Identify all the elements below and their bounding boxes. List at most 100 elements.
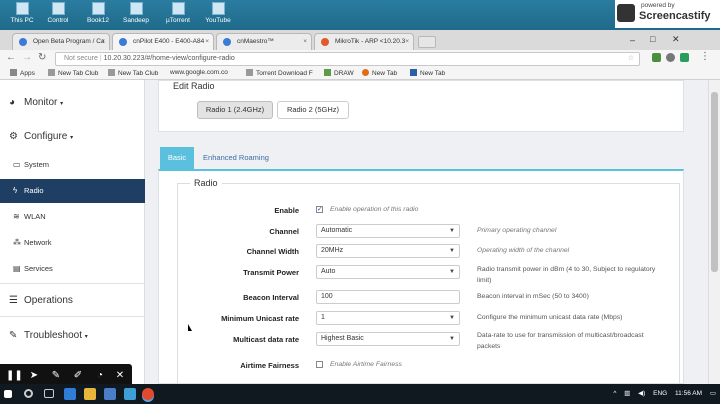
- browser-tab[interactable]: Open Beta Program / Ca ×: [12, 33, 110, 50]
- bookmark-item[interactable]: Torrent Download F: [246, 69, 313, 77]
- timer-icon[interactable]: ◔: [94, 369, 106, 383]
- desktop-icon[interactable]: Control: [36, 2, 80, 24]
- nav-troubleshoot[interactable]: ✎ Troubleshoot ▾: [0, 323, 145, 349]
- bookmark-item[interactable]: New Tab: [362, 69, 397, 77]
- bookmark-item[interactable]: DRAW: [324, 69, 354, 77]
- beacon-interval-help: Beacon interval in mSec (50 to 3400): [477, 293, 589, 300]
- tab-basic[interactable]: Basic: [160, 147, 194, 169]
- apps-icon: [10, 69, 17, 76]
- close-icon[interactable]: ×: [101, 34, 105, 49]
- multicast-rate-select[interactable]: Highest Basic ▼: [316, 332, 460, 346]
- clock[interactable]: 11:56 AM: [675, 390, 702, 397]
- wrench-icon: ✎: [9, 330, 18, 341]
- network-icon[interactable]: ▥: [624, 390, 630, 397]
- nav-monitor[interactable]: ◕ Monitor ▾: [0, 90, 145, 116]
- pen-icon[interactable]: ✎: [50, 369, 62, 383]
- channel-help: Primary operating channel: [477, 227, 557, 234]
- task-view-icon[interactable]: [44, 389, 54, 398]
- page-scrollbar[interactable]: [708, 80, 720, 384]
- bolt-icon: ϟ: [13, 186, 18, 195]
- radio1-button[interactable]: Radio 1 (2.4GHz): [197, 101, 273, 119]
- config-tabs: Basic Enhanced Roaming: [158, 147, 684, 169]
- radio-legend: Radio: [190, 178, 222, 188]
- nav-operations[interactable]: ☰ Operations: [0, 288, 145, 314]
- star-icon[interactable]: ☆: [628, 53, 634, 65]
- browser-chrome: Open Beta Program / Ca × cnPilot E400 - E…: [0, 30, 720, 80]
- scrollbar-thumb[interactable]: [711, 92, 718, 272]
- windows-start-icon[interactable]: [4, 390, 12, 398]
- close-icon[interactable]: ×: [303, 34, 307, 49]
- edit-radio-card: Edit Radio Radio 1 (2.4GHz) Radio 2 (5GH…: [158, 80, 684, 132]
- menu-icon[interactable]: ⋮: [700, 51, 710, 62]
- browser-tab-active[interactable]: cnPilot E400 - E400-A84 ×: [112, 33, 214, 50]
- extension-icon[interactable]: [680, 53, 689, 62]
- mouse-cursor-icon: [188, 324, 192, 331]
- enable-label: Enable: [274, 206, 299, 215]
- file-explorer-icon[interactable]: [84, 388, 96, 400]
- maximize-icon[interactable]: □: [650, 34, 655, 44]
- store-icon[interactable]: [104, 388, 116, 400]
- beacon-interval-input[interactable]: 100: [316, 290, 460, 304]
- volume-icon[interactable]: ◀): [638, 390, 645, 397]
- sidebar: ◕ Monitor ▾ ⚙ Configure ▾ ▭ System ϟ Radio ≋…: [0, 80, 145, 384]
- sidebar-item-radio[interactable]: ϟ Radio: [0, 179, 145, 203]
- bookmark-item[interactable]: New Tab Club: [48, 69, 98, 77]
- tab-enhanced-roaming[interactable]: Enhanced Roaming: [198, 147, 274, 169]
- sidebar-item-network[interactable]: ⁂ Network: [0, 231, 145, 255]
- sliders-icon: ☰: [9, 295, 18, 306]
- close-icon[interactable]: ×: [405, 34, 409, 49]
- bookmark-apps[interactable]: Apps: [10, 69, 35, 77]
- notifications-icon[interactable]: ▭: [710, 390, 716, 397]
- tab-favicon-icon: [321, 38, 329, 46]
- desktop-icon[interactable]: µTorrent: [156, 2, 200, 24]
- channel-width-select[interactable]: 20MHz ▼: [316, 244, 460, 258]
- nav-configure[interactable]: ⚙ Configure ▾: [0, 124, 145, 150]
- minimize-icon[interactable]: –: [630, 35, 635, 45]
- basic-panel: Radio Enable ✓ Enable operation of this …: [158, 169, 684, 384]
- chevron-down-icon: ▼: [449, 228, 455, 234]
- sidebar-item-system[interactable]: ▭ System: [0, 153, 145, 177]
- network-icon: ⁂: [13, 238, 21, 247]
- bookmark-item[interactable]: New Tab: [410, 69, 445, 77]
- airtime-checkbox[interactable]: [316, 361, 323, 368]
- browser-tab[interactable]: cnMaestro™ ×: [216, 33, 312, 50]
- language-indicator[interactable]: ENG: [653, 390, 667, 397]
- mail-icon[interactable]: [124, 388, 136, 400]
- channel-select[interactable]: Automatic ▼: [316, 224, 460, 238]
- sidebar-item-services[interactable]: ▤ Services: [0, 257, 145, 281]
- highlighter-icon[interactable]: ✐: [72, 369, 84, 383]
- extension-icon[interactable]: [652, 53, 661, 62]
- browser-tab[interactable]: MikroTik - ARP <10.20.3 ×: [314, 33, 414, 50]
- sidebar-item-wlan[interactable]: ≋ WLAN: [0, 205, 145, 229]
- close-window-icon[interactable]: ✕: [672, 34, 680, 45]
- bookmark-item[interactable]: www.google.com.co: [170, 69, 228, 76]
- transmit-power-select[interactable]: Auto ▼: [316, 265, 460, 279]
- pause-icon[interactable]: ❚❚: [6, 369, 23, 383]
- forward-icon[interactable]: →: [22, 52, 32, 63]
- tab-favicon-icon: [119, 38, 127, 46]
- close-icon[interactable]: ✕: [114, 369, 126, 383]
- screencastify-watermark: powered by Screencastify: [615, 0, 720, 28]
- bookmark-item[interactable]: New Tab Club: [108, 69, 158, 77]
- divider: [0, 283, 145, 284]
- radio2-button[interactable]: Radio 2 (5GHz): [277, 101, 349, 119]
- search-icon[interactable]: [24, 389, 33, 398]
- tab-favicon-icon: [223, 38, 231, 46]
- close-icon[interactable]: ×: [205, 34, 209, 49]
- chevron-down-icon: ▼: [449, 248, 455, 254]
- new-tab-button[interactable]: [418, 36, 436, 48]
- desktop-icon[interactable]: Sandeep: [114, 2, 158, 24]
- omnibox[interactable]: Not secure | 10.20.30.223/#/home-view/co…: [55, 52, 640, 66]
- reload-icon[interactable]: ↻: [38, 52, 46, 63]
- edge-icon[interactable]: [64, 388, 76, 400]
- extension-icon[interactable]: [666, 53, 675, 62]
- chrome-icon[interactable]: [142, 388, 154, 400]
- enable-checkbox[interactable]: ✓: [316, 206, 323, 213]
- airtime-help: Enable Airtime Fairness: [330, 361, 402, 368]
- desktop-icon[interactable]: YouTube: [196, 2, 240, 24]
- tray-chevron-icon[interactable]: ^: [613, 390, 616, 397]
- unicast-rate-select[interactable]: 1 ▼: [316, 311, 460, 325]
- pointer-icon[interactable]: ➤: [28, 369, 40, 383]
- powered-by-text: powered by: [641, 2, 675, 9]
- back-icon[interactable]: ←: [6, 52, 16, 63]
